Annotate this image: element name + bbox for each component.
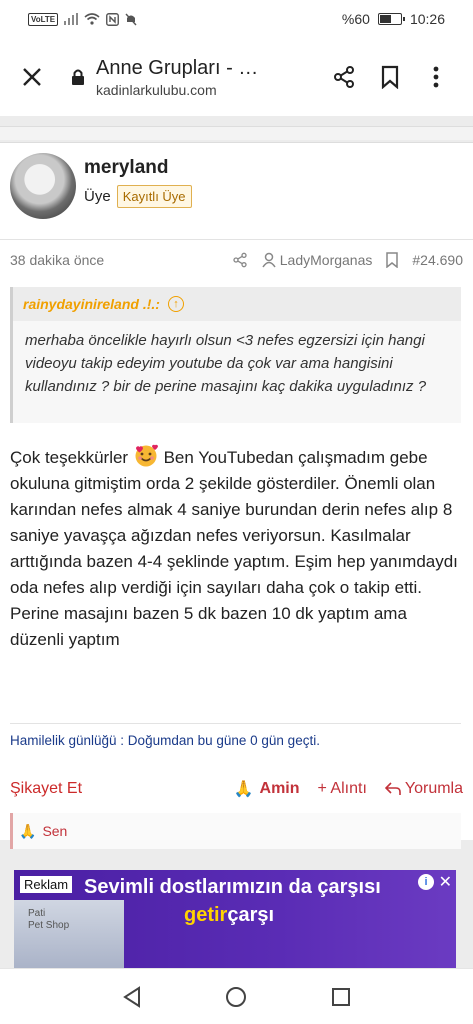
more-vert-icon[interactable] xyxy=(413,57,459,97)
reply-label: Yorumla xyxy=(404,780,463,797)
user-role: Üye xyxy=(84,188,111,205)
report-button[interactable]: Şikayet Et xyxy=(10,780,82,798)
ad-image: Pati Pet Shop xyxy=(14,900,124,968)
ad-banner[interactable]: Pati Pet Shop Reklam Sevimli dostlarımız… xyxy=(14,870,456,968)
username[interactable]: meryland xyxy=(84,157,192,179)
post-body-start: Çok teşekkürler xyxy=(10,448,129,467)
page-domain: kadinlarkulubu.com xyxy=(96,81,217,98)
post-share-button[interactable] xyxy=(232,252,248,268)
close-icon[interactable] xyxy=(14,59,50,95)
signature[interactable]: Hamilelik günlüğü : Doğumdan bu güne 0 g… xyxy=(10,733,320,748)
battery-level xyxy=(379,15,392,23)
reply-icon xyxy=(384,782,401,795)
battery-icon xyxy=(377,13,405,25)
nfc-icon xyxy=(106,12,120,26)
mentioned-user[interactable]: LadyMorganas xyxy=(262,251,373,268)
post-body-rest: Ben YouTubedan çalışmadım gebe okuluna g… xyxy=(10,448,458,649)
page-title: Anne Grupları - … xyxy=(96,56,259,79)
info-icon[interactable]: i xyxy=(418,874,434,890)
avatar[interactable] xyxy=(10,153,76,219)
status-right: %60 10:26 xyxy=(342,11,445,27)
ad-brand: getirçarşı xyxy=(184,904,274,927)
user-role-row: Üye Kayıtlı Üye xyxy=(84,185,192,208)
system-nav-bar xyxy=(0,968,473,1024)
post-body: Çok teşekkürler Ben YouTubedan çalışmadı… xyxy=(10,443,465,653)
bookmark-icon[interactable] xyxy=(367,57,413,97)
share-icon xyxy=(233,252,247,267)
amin-button[interactable]: 🙏 Amin xyxy=(234,779,300,799)
url-text[interactable]: Anne Grupları - … kadinlarkulubu.com xyxy=(96,57,321,98)
praying-hands-icon: 🙏 xyxy=(233,781,254,798)
quote-block: rainydayinireland .!.: ↑ merhaba öncelik… xyxy=(10,287,461,423)
post-bookmark-button[interactable] xyxy=(386,251,399,268)
status-bar: VoLTE %60 10:26 xyxy=(0,0,473,38)
user-info: meryland Üye Kayıtlı Üye xyxy=(84,157,192,219)
member-badge: Kayıtlı Üye xyxy=(116,185,192,208)
quote-author: rainydayinireland .!.: xyxy=(23,296,160,312)
post-number[interactable]: #24.690 xyxy=(412,252,463,268)
signature-divider xyxy=(10,723,461,724)
ad-label: Reklam xyxy=(20,876,73,893)
share-icon[interactable] xyxy=(321,57,367,97)
reply-button[interactable]: Yorumla xyxy=(384,780,463,798)
page-content: meryland Üye Kayıtlı Üye 38 dakika önce … xyxy=(0,116,473,968)
post-actions: Şikayet Et 🙏 Amin + Alıntı Yorumla xyxy=(0,769,473,809)
close-icon[interactable]: ✕ xyxy=(439,872,452,892)
user-icon xyxy=(262,252,276,267)
clock: 10:26 xyxy=(409,11,445,27)
back-triangle-icon[interactable] xyxy=(112,977,152,1017)
post-author: meryland Üye Kayıtlı Üye xyxy=(10,153,192,219)
ad-image-text: Pati Pet Shop xyxy=(28,908,70,931)
mentioned-user-name: LadyMorganas xyxy=(279,251,373,268)
reaction-summary[interactable]: 🙏 Sen xyxy=(10,813,461,849)
post-actions-right: 🙏 Amin + Alıntı Yorumla xyxy=(234,779,463,799)
arrow-up-circle-icon[interactable]: ↑ xyxy=(167,296,184,312)
home-circle-icon[interactable] xyxy=(216,977,256,1017)
battery-percent: %60 xyxy=(341,11,370,27)
amin-label: Amin xyxy=(259,780,300,797)
browser-toolbar: Anne Grupları - … kadinlarkulubu.com xyxy=(0,38,473,116)
mute-icon xyxy=(125,13,137,25)
signal-icon xyxy=(64,13,79,25)
lock-icon xyxy=(70,67,86,87)
quote-button[interactable]: + Alıntı xyxy=(318,780,367,798)
praying-hands-icon: 🙏 xyxy=(19,822,37,839)
reaction-users: Sen xyxy=(42,823,68,839)
post-time[interactable]: 38 dakika önce xyxy=(10,252,104,268)
volte-indicator: VoLTE xyxy=(28,12,59,26)
post-meta: 38 dakika önce LadyMorganas #24.690 xyxy=(0,239,473,279)
forum-post: meryland Üye Kayıtlı Üye 38 dakika önce … xyxy=(0,142,473,849)
quote-header[interactable]: rainydayinireland .!.: ↑ xyxy=(13,287,461,321)
bookmark-icon xyxy=(386,251,399,268)
smiling-face-with-hearts-icon xyxy=(135,444,158,467)
ad-headline: Sevimli dostlarımızın da çarşısı xyxy=(84,876,381,898)
ad-brand-part1: getir xyxy=(184,904,228,926)
ad-brand-part2: çarşı xyxy=(227,904,275,926)
quote-text: merhaba öncelikle hayırlı olsun <3 nefes… xyxy=(25,332,427,395)
post-meta-actions: LadyMorganas #24.690 xyxy=(232,252,463,268)
previous-post-edge xyxy=(0,126,473,140)
status-left: VoLTE xyxy=(28,12,137,26)
wifi-icon xyxy=(84,13,100,25)
recents-square-icon[interactable] xyxy=(321,977,361,1017)
